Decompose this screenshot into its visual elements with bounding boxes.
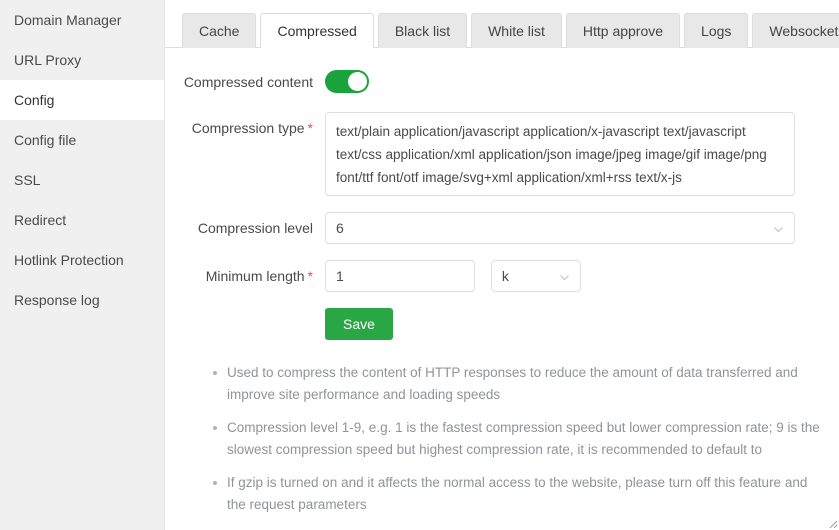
form-row-compression-level: Compression level 6 [165,212,839,244]
form-row-save: Save [165,308,839,340]
sidebar-item-url-proxy[interactable]: URL Proxy [0,40,164,80]
sidebar-item-config[interactable]: Config [0,80,164,120]
compression-type-textarea[interactable]: text/plain application/javascript applic… [325,112,795,196]
form-row-compressed-content: Compressed content [165,70,839,94]
tab-logs[interactable]: Logs [684,13,748,48]
compression-type-label-text: Compression type [192,120,305,136]
minimum-length-control: 1 k [325,260,839,292]
tab-label: Black list [395,23,450,39]
sidebar-item-domain-manager[interactable]: Domain Manager [0,0,164,40]
help-list: Used to compress the content of HTTP res… [195,362,823,516]
compression-level-value: 6 [336,220,344,236]
sidebar-item-response-log[interactable]: Response log [0,280,164,320]
compressed-content-label: Compressed content [165,70,325,94]
main-panel: Cache Compressed Black list White list H… [165,0,839,530]
tab-http-approve[interactable]: Http approve [566,13,680,48]
tab-black-list[interactable]: Black list [378,13,467,48]
sidebar-item-label: Config [14,92,54,108]
required-asterisk: * [308,120,313,136]
sidebar-item-label: Redirect [14,212,66,228]
save-control: Save [325,308,839,340]
minimum-length-label: Minimum length* [165,260,325,292]
form-row-compression-type: Compression type* text/plain application… [165,112,839,196]
sidebar-item-label: Domain Manager [14,12,121,28]
sidebar-item-hotlink-protection[interactable]: Hotlink Protection [0,240,164,280]
required-asterisk: * [308,268,313,284]
minimum-length-unit-value: k [502,268,509,284]
help-item: Used to compress the content of HTTP res… [213,362,823,406]
sidebar-item-redirect[interactable]: Redirect [0,200,164,240]
app-root: Domain Manager URL Proxy Config Config f… [0,0,839,530]
compression-type-label: Compression type* [165,112,325,144]
help-item: If gzip is turned on and it affects the … [213,472,823,516]
sidebar-item-config-file[interactable]: Config file [0,120,164,160]
tab-label: White list [488,23,545,39]
help-item: Compression level 1-9, e.g. 1 is the fas… [213,417,823,461]
compressed-settings-form: Compressed content Compression type* tex… [165,48,839,516]
tab-label: Http approve [583,23,663,39]
sidebar-item-label: Config file [14,132,76,148]
tab-websocket[interactable]: Websocket [752,13,839,48]
tab-label: Logs [701,23,731,39]
tab-bar: Cache Compressed Black list White list H… [165,0,839,48]
compressed-content-control [325,70,839,93]
sidebar-item-label: Response log [14,292,100,308]
sidebar-item-label: Hotlink Protection [14,252,124,268]
tab-cache[interactable]: Cache [182,13,256,48]
tab-label: Compressed [277,23,356,39]
sidebar-item-ssl[interactable]: SSL [0,160,164,200]
chevron-down-icon [558,261,571,293]
save-button[interactable]: Save [325,308,393,340]
tab-label: Cache [199,23,239,39]
minimum-length-unit-select[interactable]: k [491,260,581,292]
compressed-content-toggle[interactable] [325,70,369,93]
help-section: Used to compress the content of HTTP res… [165,362,839,516]
sidebar: Domain Manager URL Proxy Config Config f… [0,0,165,530]
tab-white-list[interactable]: White list [471,13,562,48]
form-row-minimum-length: Minimum length* 1 k [165,260,839,292]
minimum-length-input[interactable]: 1 [325,260,475,292]
compression-level-control: 6 [325,212,839,244]
compression-level-label: Compression level [165,212,325,244]
toggle-knob [348,72,367,91]
tab-compressed[interactable]: Compressed [260,13,373,48]
compression-type-control: text/plain application/javascript applic… [325,112,839,196]
tab-label: Websocket [769,23,838,39]
compression-level-select[interactable]: 6 [325,212,795,244]
sidebar-item-label: URL Proxy [14,52,81,68]
chevron-down-icon [772,213,785,245]
resize-handle-icon [826,517,838,529]
sidebar-item-label: SSL [14,172,40,188]
minimum-length-label-text: Minimum length [206,268,305,284]
